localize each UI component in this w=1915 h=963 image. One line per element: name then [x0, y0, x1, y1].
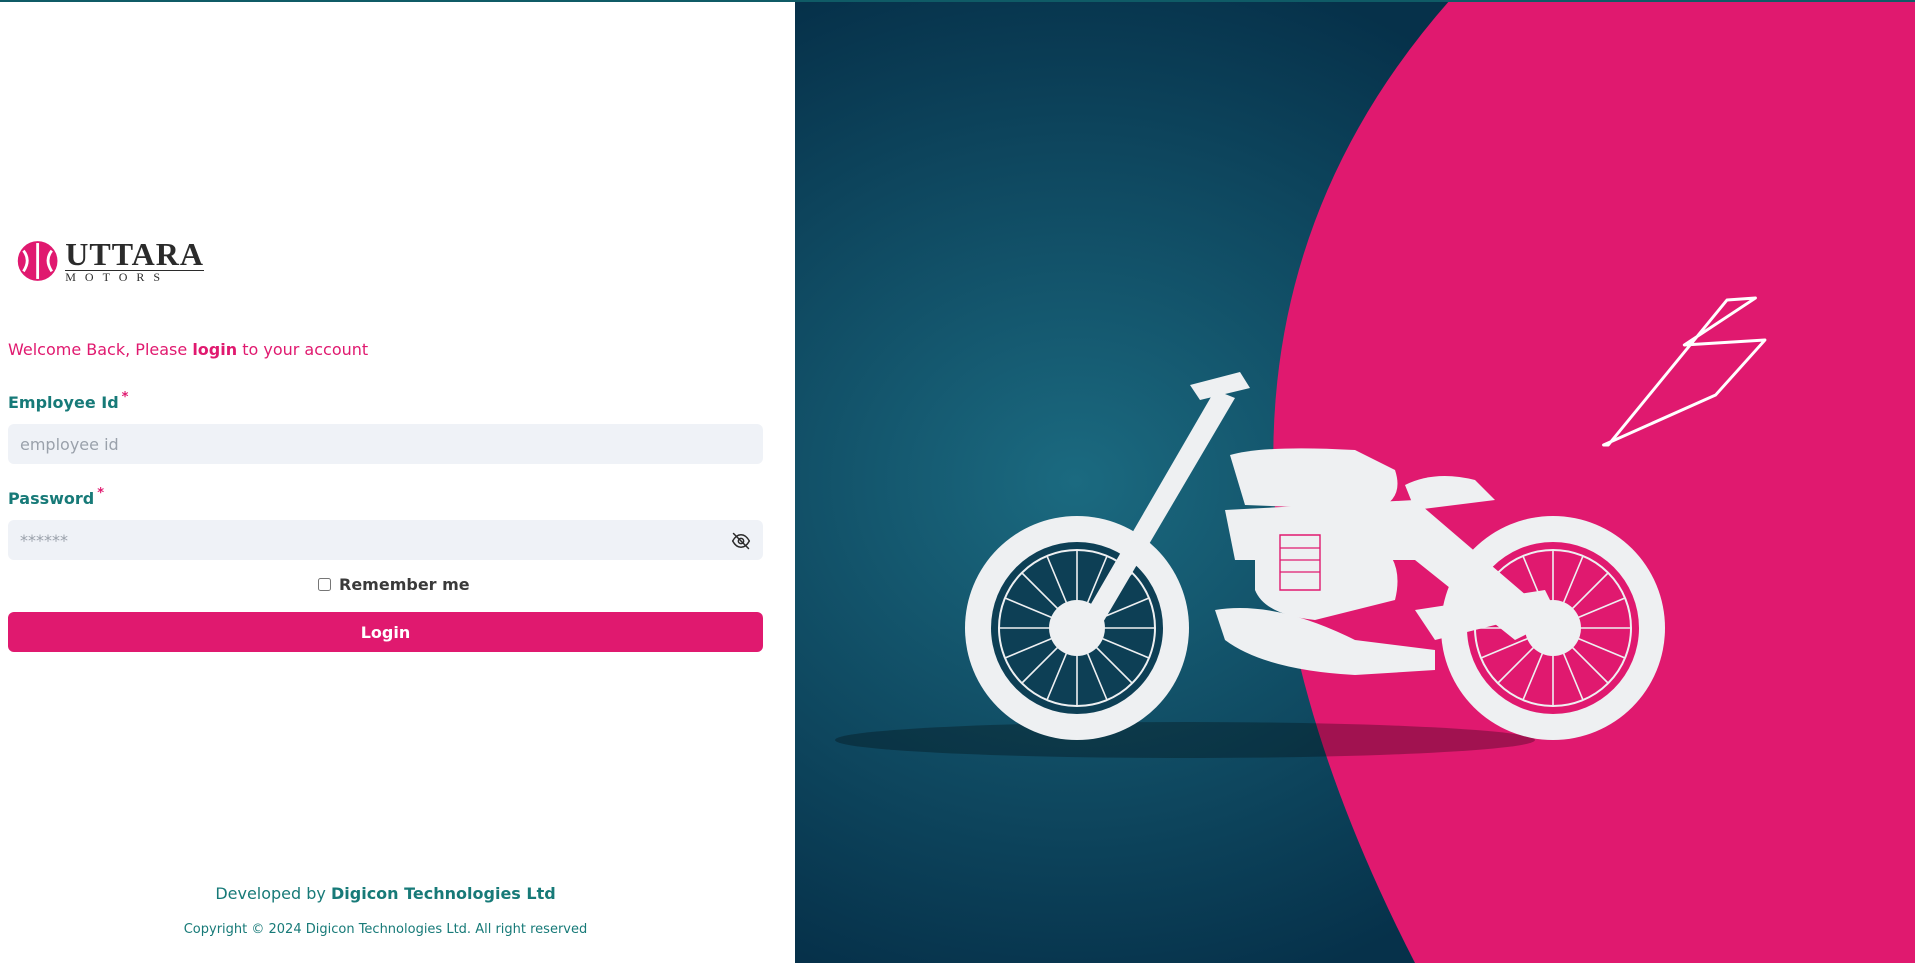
employee-id-label: Employee Id * — [8, 390, 129, 412]
login-panel: UTTARA MOTORS Welcome Back, Please login… — [0, 0, 795, 963]
required-marker: * — [97, 486, 105, 501]
developed-by-text: Developed by — [215, 884, 326, 903]
developer-credit: Developed by Digicon Technologies Ltd — [0, 884, 771, 903]
developer-name: Digicon Technologies Ltd — [330, 884, 556, 903]
copyright-text: Copyright © 2024 Digicon Technologies Lt… — [183, 922, 588, 937]
password-label-text: Password — [8, 489, 95, 508]
remember-me-label: Remember me — [339, 575, 470, 594]
password-label: Password * — [8, 486, 105, 508]
hero-svg — [795, 0, 1915, 963]
login-button[interactable]: Login — [8, 612, 763, 652]
brand-name: UTTARA — [65, 236, 204, 272]
welcome-message: Welcome Back, Please login to your accou… — [8, 340, 368, 359]
hero-illustration — [795, 0, 1915, 963]
logo-mark-icon — [17, 241, 58, 281]
top-accent-line — [0, 0, 1915, 2]
remember-me-checkbox[interactable] — [318, 578, 331, 591]
brand-logo: UTTARA MOTORS — [14, 238, 204, 284]
welcome-suffix: to your account — [242, 340, 369, 359]
brand-tagline: MOTORS — [65, 270, 204, 283]
bike-shadow — [835, 722, 1535, 758]
welcome-login-emphasis: login — [192, 340, 238, 359]
employee-id-input[interactable] — [8, 424, 763, 464]
employee-id-label-text: Employee Id — [8, 393, 119, 412]
welcome-prefix: Welcome Back, Please — [8, 340, 188, 359]
required-marker: * — [121, 390, 129, 405]
remember-me-control[interactable]: Remember me — [318, 575, 470, 594]
password-input[interactable] — [8, 520, 763, 560]
eye-off-icon[interactable] — [731, 531, 751, 551]
